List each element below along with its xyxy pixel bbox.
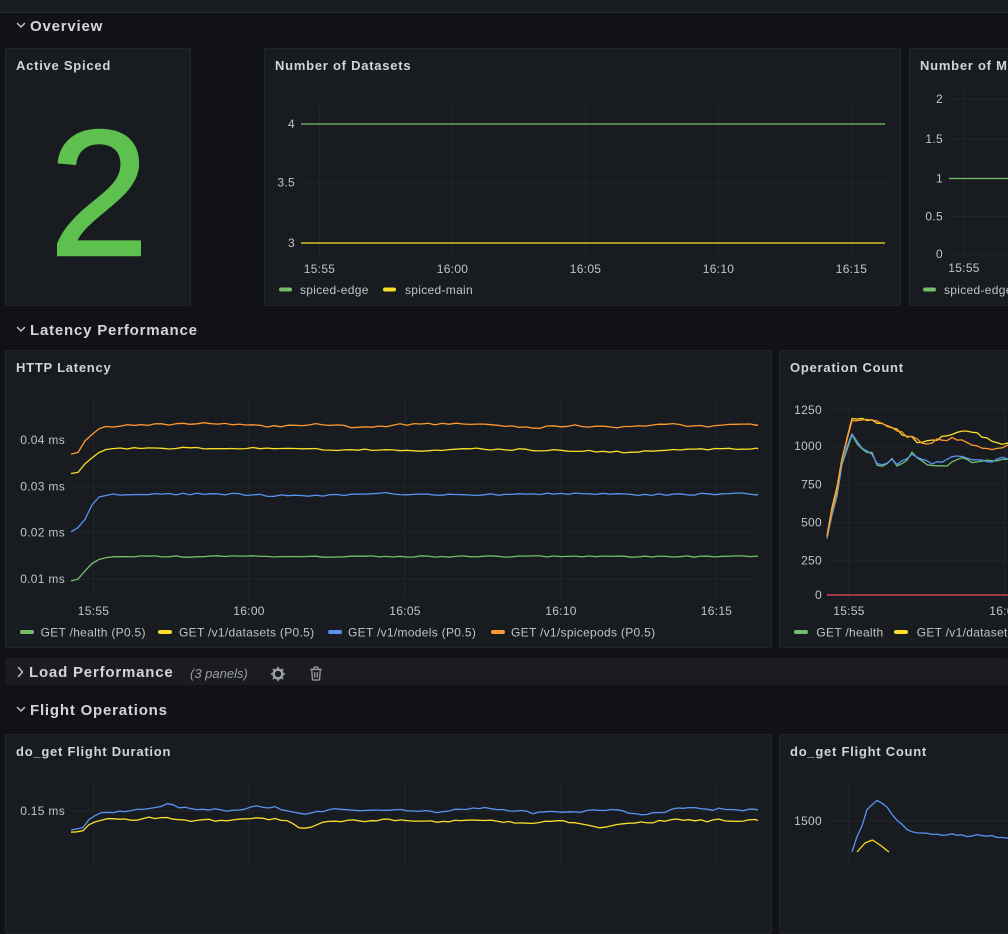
svg-text:0.15 ms: 0.15 ms [20, 804, 65, 818]
svg-text:GET /health: GET /health [816, 626, 883, 640]
svg-text:16:05: 16:05 [389, 604, 421, 618]
svg-text:GET /v1/models (P0.5): GET /v1/models (P0.5) [348, 626, 476, 640]
svg-text:0: 0 [936, 247, 943, 261]
svg-text:3: 3 [288, 236, 295, 250]
svg-text:2: 2 [936, 92, 943, 106]
svg-text:1500: 1500 [794, 814, 822, 828]
svg-text:0.03 ms: 0.03 ms [20, 479, 65, 493]
svg-text:spiced-edge: spiced-edge [944, 283, 1008, 297]
svg-text:16:00: 16:00 [233, 604, 265, 618]
svg-text:15:55: 15:55 [78, 604, 110, 618]
svg-text:1250: 1250 [794, 403, 822, 417]
svg-text:1: 1 [936, 172, 943, 186]
svg-text:16:00: 16:00 [989, 604, 1008, 618]
svg-text:750: 750 [801, 478, 822, 492]
svg-text:0.5: 0.5 [925, 210, 943, 224]
svg-text:0.01 ms: 0.01 ms [20, 572, 65, 586]
svg-text:500: 500 [801, 516, 822, 530]
svg-text:16:05: 16:05 [570, 262, 602, 276]
svg-text:0: 0 [815, 588, 822, 602]
svg-text:16:00: 16:00 [437, 262, 469, 276]
svg-text:250: 250 [801, 554, 822, 568]
svg-text:GET /v1/datasets (P0.5): GET /v1/datasets (P0.5) [179, 626, 314, 640]
svg-text:15:55: 15:55 [304, 262, 336, 276]
svg-text:15:55: 15:55 [948, 261, 980, 275]
svg-text:GET /v1/spicepods (P0.5): GET /v1/spicepods (P0.5) [511, 626, 655, 640]
svg-text:4: 4 [288, 117, 295, 131]
svg-text:0.02 ms: 0.02 ms [20, 526, 65, 540]
svg-text:16:15: 16:15 [701, 604, 733, 618]
svg-text:0.04 ms: 0.04 ms [20, 433, 65, 447]
svg-text:GET /health (P0.5): GET /health (P0.5) [41, 626, 146, 640]
svg-text:15:55: 15:55 [833, 604, 865, 618]
svg-text:16:10: 16:10 [703, 262, 735, 276]
svg-text:16:15: 16:15 [836, 262, 868, 276]
svg-text:1000: 1000 [794, 439, 822, 453]
svg-text:3.5: 3.5 [277, 176, 295, 190]
svg-text:spiced-main: spiced-main [405, 283, 473, 297]
svg-text:16:10: 16:10 [545, 604, 577, 618]
svg-text:spiced-edge: spiced-edge [300, 283, 369, 297]
svg-text:GET /v1/datasets: GET /v1/datasets [917, 626, 1008, 640]
svg-text:1.5: 1.5 [925, 132, 943, 146]
